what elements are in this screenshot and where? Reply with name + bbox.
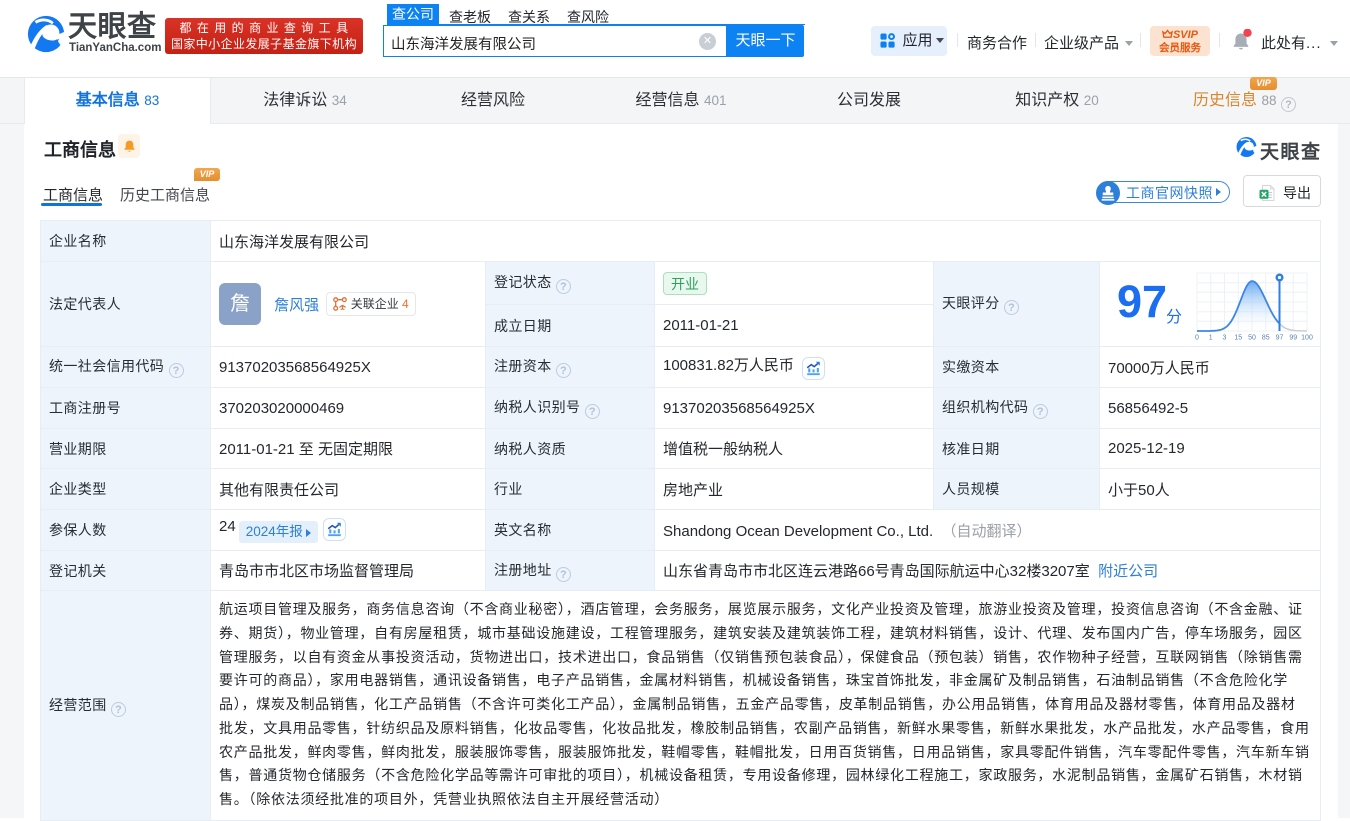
svg-text:97: 97: [1276, 335, 1284, 342]
svg-text:0: 0: [1195, 335, 1199, 342]
svg-text:100: 100: [1301, 335, 1313, 342]
svg-text:1: 1: [1209, 335, 1213, 342]
svg-text:85: 85: [1262, 335, 1270, 342]
svg-text:50: 50: [1248, 335, 1256, 342]
svg-text:15: 15: [1234, 335, 1242, 342]
svg-text:3: 3: [1223, 335, 1227, 342]
svg-text:99: 99: [1289, 335, 1297, 342]
